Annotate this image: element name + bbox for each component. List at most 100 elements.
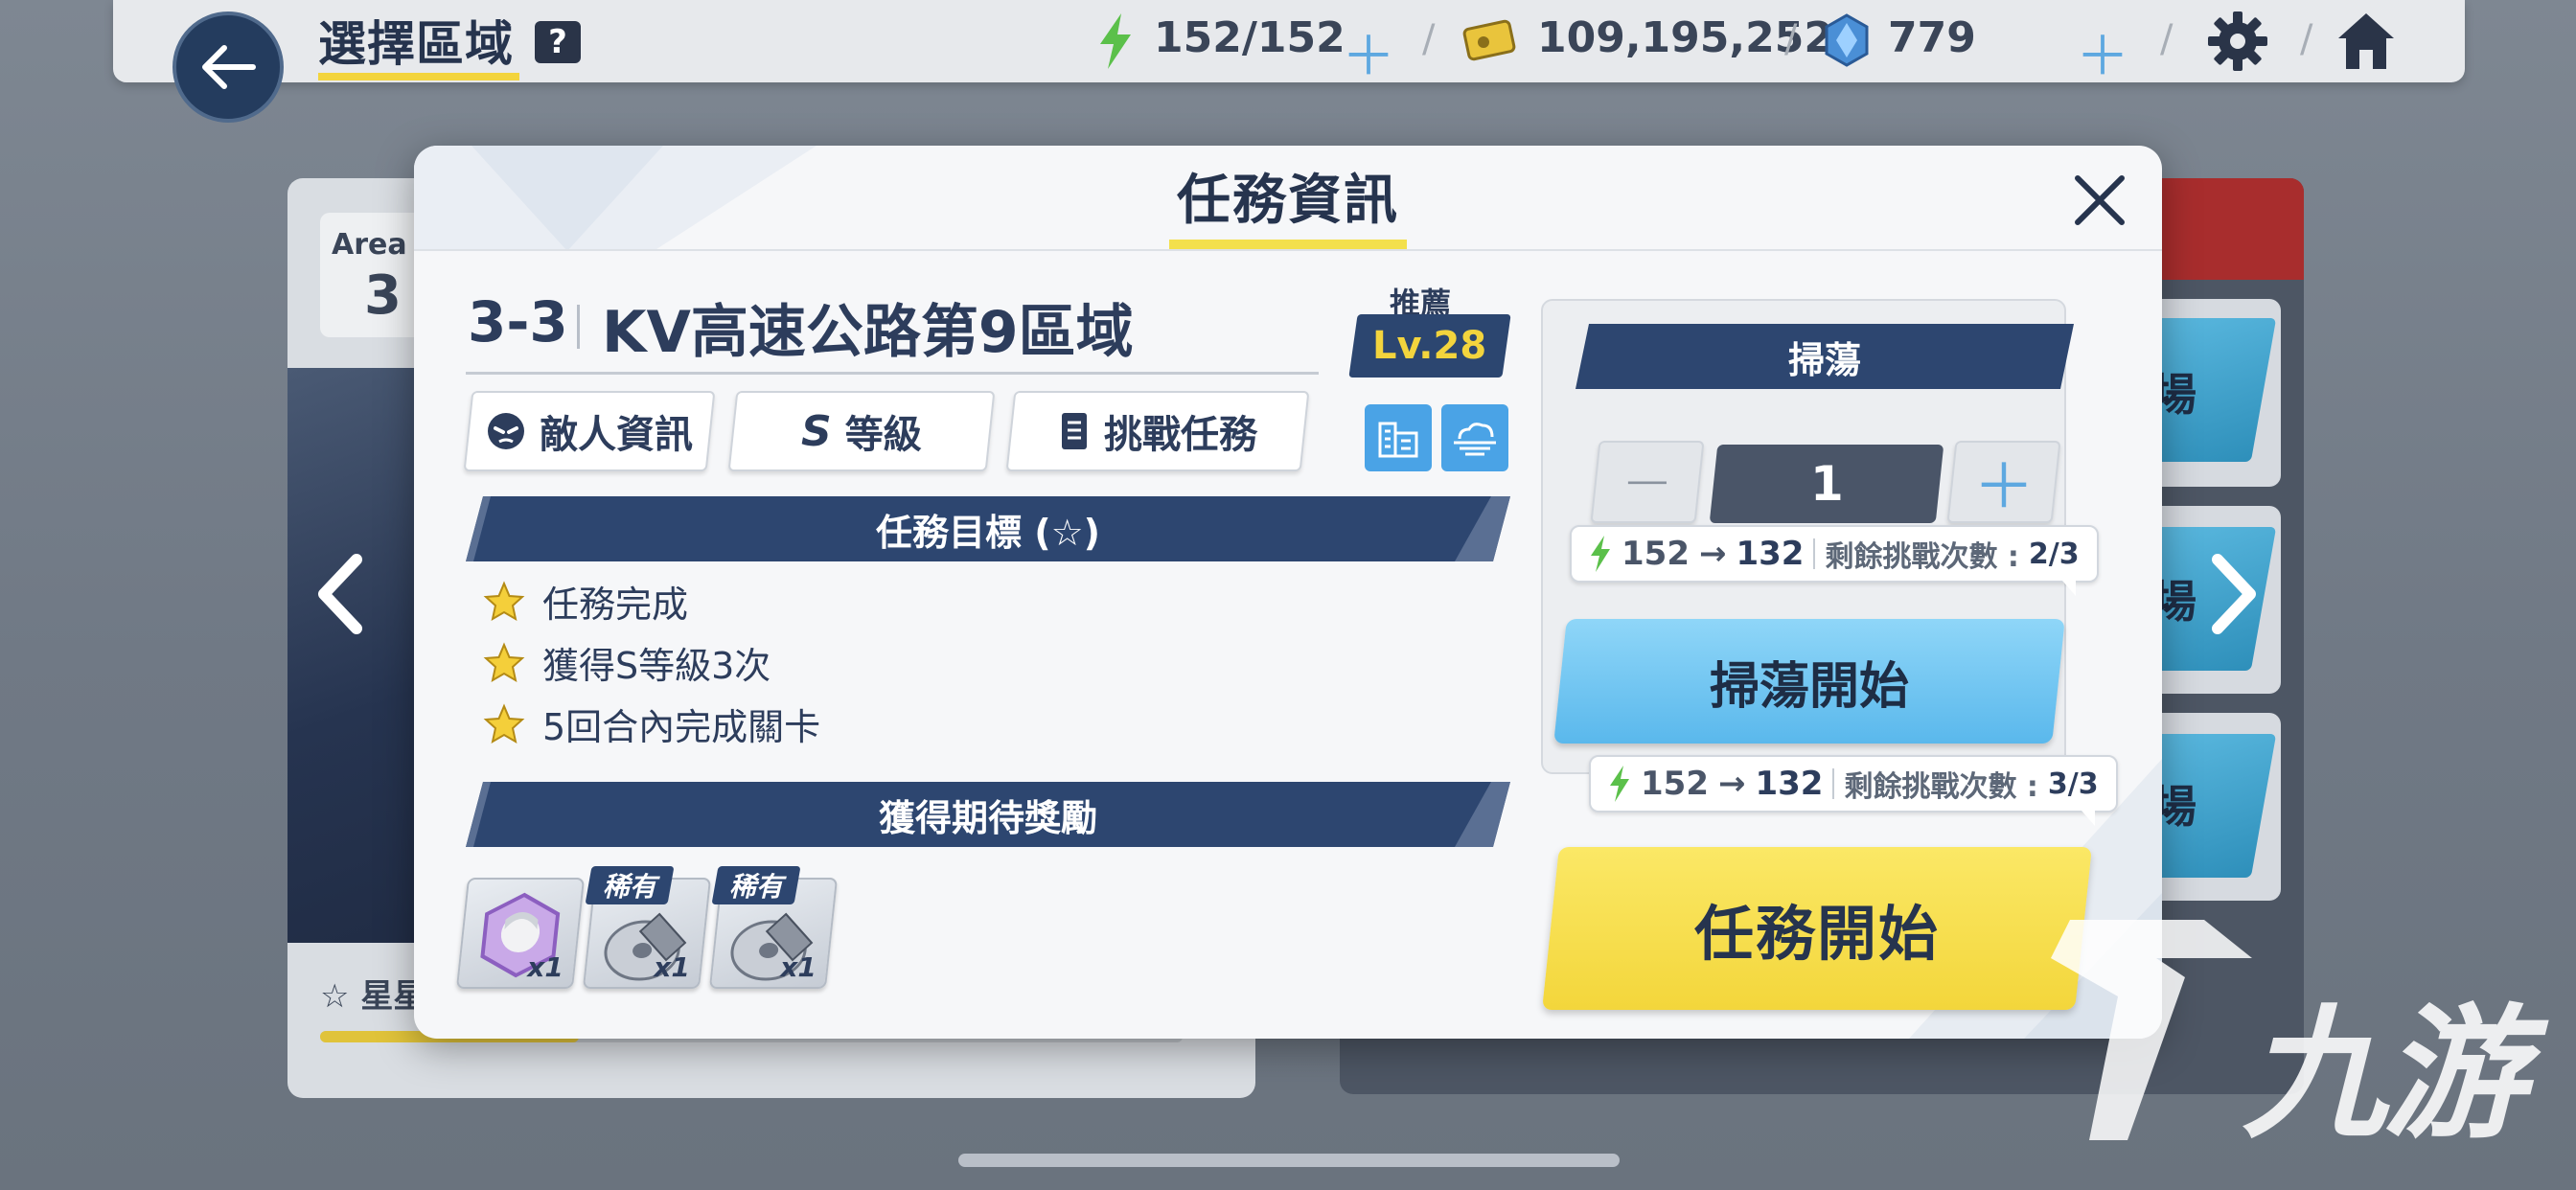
separator: [1813, 538, 1816, 569]
credit-icon: [1462, 19, 1516, 61]
enemy-info-button[interactable]: 敵人資訊: [463, 391, 716, 471]
star-progress-label: ☆ 星星: [320, 977, 426, 1016]
chevron-right-icon: [2212, 554, 2256, 634]
mission-start-button[interactable]: 任務開始: [1542, 847, 2092, 1010]
close-button[interactable]: [2064, 165, 2135, 236]
sweep-count-value: 1: [1809, 456, 1844, 512]
reward-quantity: x1: [527, 951, 564, 983]
challenge-mission-label: 挑戰任務: [1104, 413, 1257, 457]
stamina-icon: [1610, 766, 1629, 802]
remaining-count: 3/3: [2047, 767, 2099, 801]
ap-before: 152: [1641, 765, 1709, 803]
reward-quantity: x1: [780, 951, 817, 983]
chevron-left-icon: [318, 554, 362, 634]
gear-icon[interactable]: [2206, 10, 2269, 73]
goal-text: 5回合內完成關卡: [542, 706, 821, 748]
separator: /: [2160, 17, 2174, 61]
rewards-header: 獲得期待獎勵: [466, 782, 1510, 847]
stage-code: 3-3: [468, 289, 568, 355]
plus-icon: ＋: [1973, 452, 2035, 523]
area-label: Area: [332, 228, 407, 262]
challenge-mission-button[interactable]: 挑戰任務: [1005, 391, 1310, 471]
recommend-level-badge: Lv.28: [1348, 314, 1511, 378]
separator: /: [2300, 17, 2313, 61]
watermark-text: 九游: [2242, 992, 2526, 1158]
sweep-cost-bubble: 152 → 132 剩餘挑戰次數 : 2/3: [1570, 525, 2099, 596]
help-icon[interactable]: ?: [535, 21, 581, 63]
sweep-count: 1: [1709, 445, 1944, 523]
enemy-info-label: 敵人資訊: [540, 413, 693, 457]
ap-before: 152: [1622, 535, 1690, 573]
divider: [414, 249, 2162, 251]
separator: /: [1784, 17, 1798, 61]
close-icon: [2075, 175, 2125, 225]
document-icon: [1062, 413, 1087, 449]
reward-quantity: x1: [654, 951, 691, 983]
stamina-value: 152/152: [1154, 13, 1346, 62]
separator: [1832, 768, 1835, 799]
remaining-label: 剩餘挑戰次數 :: [1844, 770, 2038, 804]
rank-button[interactable]: S 等級: [727, 391, 996, 471]
mission-info-dialog: 任務資訊 3-3 KV高速公路第9區域 推薦 Lv.28 敵人資訊 S 等級 挑…: [414, 146, 2162, 1039]
dialog-title: 任務資訊: [1177, 170, 1399, 232]
next-area-button[interactable]: [2195, 550, 2271, 638]
recommend-level: Lv.28: [1372, 324, 1487, 368]
add-stamina-button[interactable]: ＋: [1342, 13, 1395, 91]
sweep-header: 掃蕩: [1576, 324, 2074, 389]
add-pyroxene-button[interactable]: ＋: [2076, 13, 2129, 91]
prev-area-button[interactable]: [303, 550, 380, 638]
increase-count-button[interactable]: ＋: [1946, 441, 2061, 523]
decrease-count-button[interactable]: −: [1590, 441, 1705, 523]
pyroxene-icon: [1825, 13, 1869, 67]
sweep-title: 掃蕩: [1787, 338, 1861, 381]
sweep-start-label: 掃蕩開始: [1709, 657, 1909, 716]
sweep-start-button[interactable]: 掃蕩開始: [1553, 619, 2065, 744]
mission-goals-header: 任務目標 (☆): [466, 496, 1510, 561]
ap-after: 132: [1736, 535, 1805, 573]
building-icon: [1378, 422, 1418, 458]
home-icon[interactable]: [2334, 10, 2398, 73]
star-icon: [483, 641, 525, 682]
goal-item: 任務完成: [483, 575, 688, 628]
rarity-label: 稀有: [602, 871, 656, 903]
minus-icon: −: [1622, 446, 1673, 517]
star-icon: [483, 702, 525, 744]
goal-text: 任務完成: [542, 584, 689, 626]
title-underline: [318, 73, 519, 80]
rarity-badge: 稀有: [711, 866, 801, 904]
enemy-icon: [488, 413, 524, 449]
mission-goals-title: 任務目標 (☆): [875, 511, 1101, 554]
separator: [577, 305, 580, 349]
separator: /: [1422, 17, 1436, 61]
ap-after: 132: [1755, 765, 1824, 803]
mission-start-label: 任務開始: [1693, 899, 1940, 969]
rarity-label: 稀有: [728, 871, 783, 903]
weather-icon[interactable]: [1441, 404, 1508, 471]
stage-name: KV高速公路第9區域: [602, 299, 1134, 366]
divider: [466, 372, 1319, 375]
page-title: 選擇區域: [318, 16, 514, 72]
remaining-label: 剩餘挑戰次數 :: [1825, 540, 2019, 574]
arrow-right-icon: →: [1717, 765, 1746, 803]
arrow-right-icon: →: [1698, 535, 1727, 573]
reward-item[interactable]: x1: [455, 878, 586, 989]
stamina-icon: [1100, 13, 1131, 69]
pyroxene-value: 779: [1888, 13, 1976, 62]
back-button[interactable]: [172, 11, 284, 123]
s-rank-icon: S: [801, 406, 832, 456]
rank-label: 等級: [844, 413, 922, 457]
remaining-count: 2/3: [2028, 537, 2080, 571]
rarity-badge: 稀有: [585, 866, 675, 904]
mission-cost-bubble: 152 → 132 剩餘挑戰次數 : 3/3: [1589, 755, 2118, 826]
home-indicator[interactable]: [958, 1154, 1620, 1167]
goal-item: 獲得S等級3次: [483, 636, 770, 689]
goal-text: 獲得S等級3次: [542, 645, 771, 687]
goal-item: 5回合內完成關卡: [483, 698, 820, 750]
cloud-icon: [1454, 423, 1496, 456]
arrow-left-icon: [202, 45, 256, 89]
star-icon: [483, 580, 525, 621]
urban-terrain-icon[interactable]: [1365, 404, 1432, 471]
area-number: 3: [364, 264, 402, 327]
stamina-icon: [1591, 536, 1610, 572]
title-underline: [1169, 240, 1407, 249]
